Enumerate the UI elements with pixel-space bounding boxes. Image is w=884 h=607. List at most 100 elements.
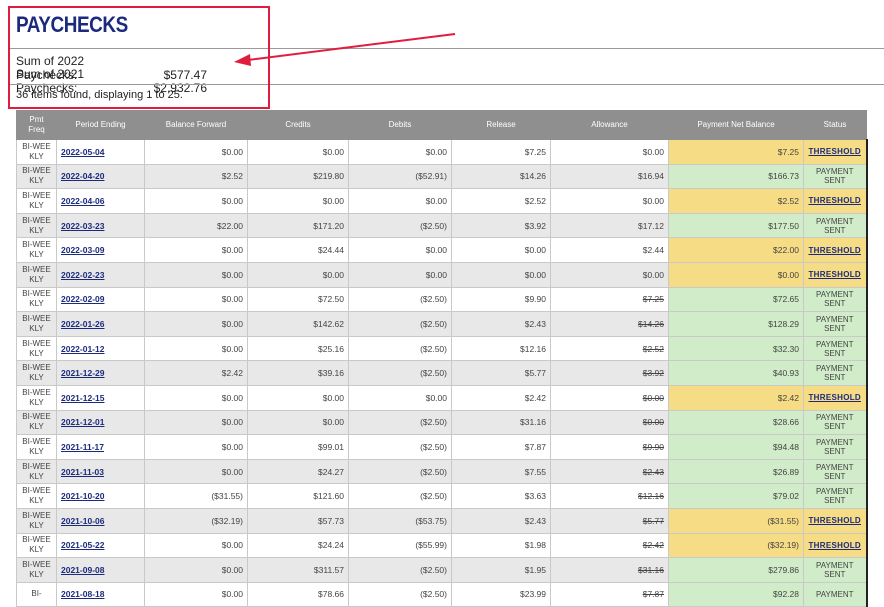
allowance-value: $0.00 [642, 146, 664, 157]
status-threshold-link[interactable]: THRESHOLD [809, 516, 861, 525]
balance-forward-cell: $0.00 [144, 188, 248, 214]
pmt-freq-cell: BI-WEEKLY [16, 532, 57, 559]
period-ending-link[interactable]: 2021-12-29 [61, 368, 104, 378]
allowance-value: $0.00 [642, 269, 664, 280]
period-ending-cell: 2022-02-09 [56, 286, 145, 313]
status-cell: PAYMENT SENT [803, 557, 868, 583]
period-ending-link[interactable]: 2022-04-20 [61, 171, 104, 181]
credits-cell: $311.57 [247, 557, 349, 583]
status-cell: PAYMENT SENT [803, 212, 868, 239]
col-payment-net-balance: Payment Net Balance [668, 110, 804, 140]
debits-cell: $0.00 [348, 188, 452, 214]
status-threshold-link[interactable]: THRESHOLD [809, 541, 861, 550]
allowance-value: $0.00 [642, 392, 664, 403]
period-ending-link[interactable]: 2022-04-06 [61, 196, 104, 206]
period-ending-link[interactable]: 2021-10-06 [61, 516, 104, 526]
debits-cell: ($52.91) [348, 163, 452, 190]
allowance-value: $3.92 [642, 368, 664, 379]
period-ending-link[interactable]: 2021-09-08 [61, 565, 104, 575]
period-ending-cell: 2022-05-04 [56, 139, 145, 165]
payment-net-balance-cell: $7.25 [668, 139, 804, 165]
period-ending-link[interactable]: 2021-11-03 [61, 467, 104, 477]
col-allowance: Allowance [550, 110, 669, 140]
table-row: BI-WEEKLY 2021-12-01 $0.00 $0.00 ($2.50) $31.… [16, 409, 868, 436]
status-cell: PAYMENT SENT [803, 409, 868, 436]
period-ending-cell: 2021-08-18 [56, 581, 145, 607]
payment-net-balance-cell: $92.28 [668, 581, 804, 607]
balance-forward-cell: $0.00 [144, 458, 248, 485]
table-row: BI-WEEKLY 2022-01-26 $0.00 $142.62 ($2.50) $2… [16, 311, 868, 337]
period-ending-link[interactable]: 2022-05-04 [61, 147, 104, 157]
status-threshold-link[interactable]: THRESHOLD [809, 246, 861, 255]
status-cell: PAYMENT SENT [803, 458, 868, 485]
debits-cell: ($2.50) [348, 434, 452, 460]
status-threshold-link[interactable]: THRESHOLD [809, 147, 861, 156]
period-ending-link[interactable]: 2022-01-26 [61, 319, 104, 329]
period-ending-link[interactable]: 2022-02-23 [61, 270, 104, 280]
status-cell: THRESHOLD [803, 139, 868, 165]
status-threshold-link[interactable]: THRESHOLD [809, 196, 861, 205]
status-threshold-link[interactable]: THRESHOLD [809, 270, 861, 279]
table-row: BI-WEEKLY 2022-02-09 $0.00 $72.50 ($2.50) $9.… [16, 286, 868, 313]
period-ending-link[interactable]: 2021-05-22 [61, 540, 104, 550]
period-ending-link[interactable]: 2021-12-01 [61, 417, 104, 427]
pmt-freq-cell: BI-WEEKLY [16, 360, 57, 386]
table-row: BI-WEEKLY 2022-03-23 $22.00 $171.20 ($2.50) $… [16, 212, 868, 239]
balance-forward-cell: $0.00 [144, 139, 248, 165]
balance-forward-cell: $22.00 [144, 212, 248, 239]
period-ending-link[interactable]: 2022-02-09 [61, 294, 104, 304]
pmt-freq-cell: BI- [16, 581, 57, 607]
period-ending-link[interactable]: 2021-10-20 [61, 491, 104, 501]
table-row: BI-WEEKLY 2022-03-09 $0.00 $24.44 $0.00 $0.00… [16, 237, 868, 263]
credits-cell: $0.00 [247, 261, 349, 288]
debits-cell: ($53.75) [348, 507, 452, 534]
release-cell: $7.87 [451, 434, 551, 460]
status-cell: THRESHOLD [803, 237, 868, 263]
balance-forward-cell: $2.52 [144, 163, 248, 190]
credits-cell: $57.73 [247, 507, 349, 534]
allowance-cell: $7.87 [550, 581, 669, 607]
debits-cell: ($55.99) [348, 532, 452, 559]
period-ending-link[interactable]: 2022-03-23 [61, 221, 104, 231]
status-cell: PAYMENT SENT [803, 335, 868, 362]
period-ending-link[interactable]: 2021-12-15 [61, 393, 104, 403]
period-ending-link[interactable]: 2022-03-09 [61, 245, 104, 255]
allowance-value: $16.94 [638, 171, 664, 182]
col-period-ending: Period Ending [56, 110, 145, 140]
table-row: BI-WEEKLY 2021-09-08 $0.00 $311.57 ($2.50) $1… [16, 557, 868, 583]
status-cell: PAYMENT SENT [803, 483, 868, 509]
period-ending-cell: 2022-04-20 [56, 163, 145, 190]
payment-net-balance-cell: $40.93 [668, 360, 804, 386]
period-ending-link[interactable]: 2022-01-12 [61, 344, 104, 354]
payment-net-balance-cell: $32.30 [668, 335, 804, 362]
debits-cell: $0.00 [348, 237, 452, 263]
table-body: BI-WEEKLY 2022-05-04 $0.00 $0.00 $0.00 $7.25 $… [16, 139, 868, 607]
payment-net-balance-cell: $177.50 [668, 212, 804, 239]
payment-net-balance-cell: $79.02 [668, 483, 804, 509]
debits-cell: $0.00 [348, 384, 452, 411]
credits-cell: $0.00 [247, 139, 349, 165]
pmt-freq-cell: BI-WEEKLY [16, 163, 57, 190]
allowance-cell: $7.25 [550, 286, 669, 313]
status-cell: PAYMENT SENT [803, 311, 868, 337]
allowance-cell: $0.00 [550, 409, 669, 436]
table-row: BI-WEEKLY 2022-04-06 $0.00 $0.00 $0.00 $2.52 $… [16, 188, 868, 214]
allowance-cell: $0.00 [550, 261, 669, 288]
credits-cell: $0.00 [247, 384, 349, 411]
payment-net-balance-cell: $72.65 [668, 286, 804, 313]
period-ending-cell: 2021-11-03 [56, 458, 145, 485]
period-ending-link[interactable]: 2021-11-17 [61, 442, 104, 452]
debits-cell: ($2.50) [348, 360, 452, 386]
balance-forward-cell: $0.00 [144, 286, 248, 313]
status-threshold-link[interactable]: THRESHOLD [809, 393, 861, 402]
balance-forward-cell: ($31.55) [144, 483, 248, 509]
debits-cell: ($2.50) [348, 212, 452, 239]
debits-cell: ($2.50) [348, 335, 452, 362]
pmt-freq-cell: BI-WEEKLY [16, 139, 57, 165]
table-row: BI-WEEKLY 2021-11-17 $0.00 $99.01 ($2.50) $7.… [16, 434, 868, 460]
period-ending-cell: 2021-12-01 [56, 409, 145, 436]
status-cell: PAYMENT SENT [803, 286, 868, 313]
pmt-freq-cell: BI-WEEKLY [16, 483, 57, 509]
allowance-value: $2.42 [642, 540, 664, 551]
credits-cell: $72.50 [247, 286, 349, 313]
